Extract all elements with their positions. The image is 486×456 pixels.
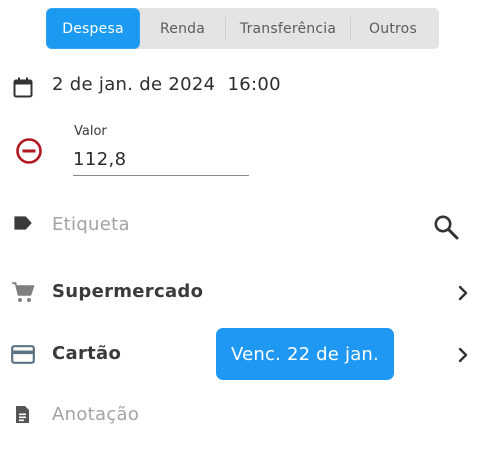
amount-input[interactable] bbox=[73, 143, 249, 176]
chevron-right-icon[interactable] bbox=[455, 283, 471, 303]
document-icon bbox=[14, 404, 30, 424]
tab-transferencia[interactable]: Transferência bbox=[226, 8, 350, 49]
search-icon[interactable] bbox=[432, 213, 460, 241]
account-label[interactable]: Cartão bbox=[52, 343, 121, 364]
tag-icon bbox=[14, 215, 32, 231]
calendar-icon[interactable] bbox=[12, 76, 34, 98]
transaction-type-tabs: Despesa Renda Transferência Outros bbox=[46, 8, 439, 49]
amount-label: Valor bbox=[74, 124, 107, 139]
due-date-badge: Venc. 22 de jan. bbox=[216, 328, 394, 380]
note-field[interactable]: Anotação bbox=[52, 404, 139, 425]
date-time-field[interactable]: 2 de jan. de 2024 16:00 bbox=[52, 74, 281, 95]
tag-field[interactable]: Etiqueta bbox=[52, 214, 130, 235]
category-label[interactable]: Supermercado bbox=[52, 281, 203, 302]
minus-circle-icon[interactable] bbox=[15, 137, 43, 165]
tab-despesa[interactable]: Despesa bbox=[47, 9, 139, 48]
tab-renda[interactable]: Renda bbox=[140, 8, 225, 49]
credit-card-icon bbox=[11, 344, 35, 364]
cart-icon bbox=[11, 281, 35, 303]
chevron-right-icon[interactable] bbox=[455, 345, 471, 365]
tab-outros[interactable]: Outros bbox=[351, 8, 435, 49]
